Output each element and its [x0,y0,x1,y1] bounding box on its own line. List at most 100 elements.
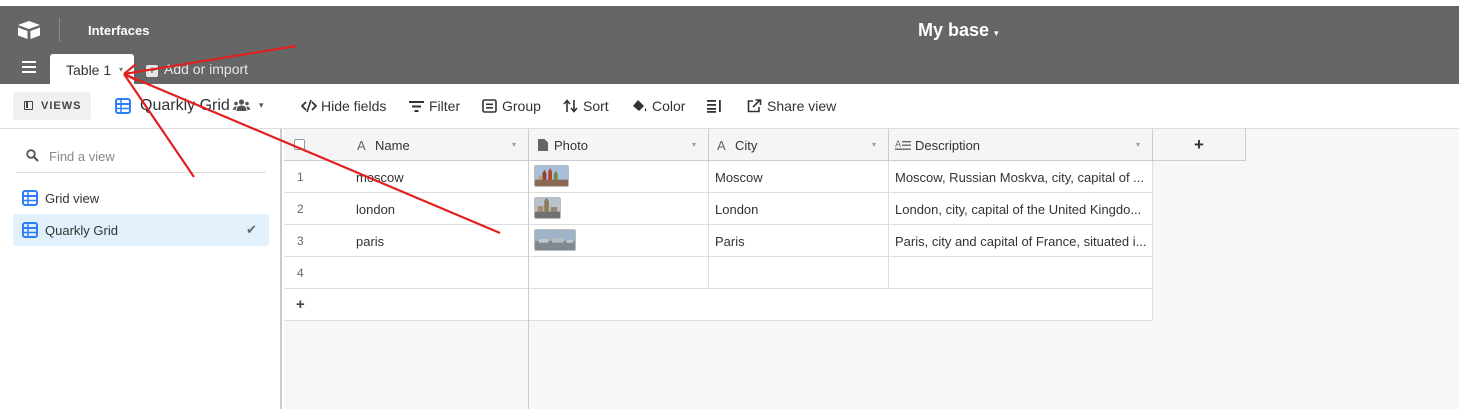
plus-icon: + [296,296,305,313]
row-number: 4 [297,266,304,280]
cell-name[interactable]: london [356,202,395,217]
cell-city-text: Paris [715,234,745,249]
row-number: 1 [297,170,304,184]
add-or-import-button[interactable]: + Add or import [146,61,248,77]
share-view-label: Share view [767,98,837,114]
cell-description[interactable]: Moscow, Russian Moskva, city, capital of… [889,161,1153,193]
color-label: Color [652,98,686,114]
row-number: 2 [297,202,304,216]
table-row[interactable]: 1 moscow [284,161,529,193]
row-height-icon [707,100,721,113]
add-row-area[interactable] [529,289,1153,321]
cell-city-text: London [715,202,759,217]
search-icon [26,149,39,162]
table-row[interactable]: 4 [284,257,529,289]
column-label: Name [375,138,410,153]
grid-view-icon [115,98,131,114]
filter-label: Filter [429,98,461,114]
photo-thumbnail-london[interactable] [534,197,561,219]
cell-description[interactable] [889,257,1153,289]
add-or-import-label: Add or import [164,61,249,77]
select-all-checkbox[interactable] [294,139,305,150]
cell-photo[interactable] [529,257,709,289]
hamburger-menu-icon[interactable] [22,61,36,73]
cell-photo[interactable] [529,225,709,257]
chevron-down-icon[interactable]: ▾ [1136,140,1140,149]
cell-photo[interactable] [529,193,709,225]
cell-description-text: London, city, capital of the United King… [895,202,1142,217]
chevron-down-icon[interactable]: ▾ [259,100,264,111]
views-label: VIEWS [41,100,82,112]
photo-thumbnail-moscow[interactable] [534,165,569,187]
column-header-name[interactable]: A Name ▾ [284,129,529,161]
view-label: Grid view [45,191,100,206]
group-label: Group [502,98,541,114]
chevron-down-icon[interactable]: ▾ [692,140,696,149]
grid-view-icon [22,190,38,206]
plus-icon: + [1194,135,1204,154]
cell-description[interactable]: London, city, capital of the United King… [889,193,1153,225]
column-label: Photo [554,138,588,153]
chevron-down-icon[interactable]: ▾ [512,140,516,149]
cell-photo[interactable] [529,161,709,193]
column-header-city[interactable]: A City ▾ [709,129,889,161]
cell-city[interactable] [709,257,889,289]
text-field-icon: A [717,138,726,153]
find-view-placeholder: Find a view [49,149,115,164]
table-row[interactable]: 2 london [284,193,529,225]
grid-area: A Name ▾ Photo ▾ A City ▾ A Description … [284,129,1459,409]
airtable-logo-icon[interactable] [17,20,41,40]
cell-city[interactable]: London [709,193,889,225]
cell-description[interactable]: Paris, city and capital of France, situa… [889,225,1153,257]
attachment-icon [538,139,548,151]
views-sidebar: Find a view Grid view Quarkly Grid ✔ [0,129,282,409]
row-number: 3 [297,234,304,248]
long-text-icon: A [895,140,911,150]
share-icon [747,99,762,113]
views-toggle-button[interactable]: VIEWS [13,92,91,120]
checkmark-icon: ✔ [246,222,257,237]
cell-description-text: Moscow, Russian Moskva, city, capital of… [895,170,1145,185]
add-field-button[interactable]: + [1153,129,1246,161]
frozen-column-divider [528,129,529,409]
filter-icon [409,101,424,112]
add-row-button[interactable]: + [284,289,529,321]
tab-table-1[interactable]: Table 1 ▾ [50,54,134,84]
hide-fields-icon [301,99,317,113]
grid-view-icon [22,222,38,238]
chevron-down-icon[interactable]: ▾ [994,28,999,39]
sidebar-view-quarkly-grid[interactable]: Quarkly Grid ✔ [13,214,269,246]
photo-thumbnail-paris[interactable] [534,229,576,251]
interfaces-link[interactable]: Interfaces [88,23,149,38]
base-title[interactable]: My base [918,20,989,41]
column-header-photo[interactable]: Photo ▾ [529,129,709,161]
plus-icon: + [146,65,158,77]
chevron-down-icon[interactable]: ▾ [872,140,876,149]
cell-city-text: Moscow [715,170,763,185]
current-view-name[interactable]: Quarkly Grid [140,97,230,115]
sidebar-view-grid-view[interactable]: Grid view [13,182,269,214]
tab-label: Table 1 [66,62,112,78]
cell-name[interactable]: moscow [356,170,404,185]
sort-label: Sort [583,98,609,114]
hide-fields-label: Hide fields [321,98,387,114]
column-label: Description [915,138,981,153]
table-row[interactable]: 3 paris [284,225,529,257]
sort-icon [563,99,578,113]
chevron-down-icon[interactable]: ▾ [119,65,123,74]
paint-bucket-icon [633,100,647,112]
group-icon [482,99,497,113]
cell-city[interactable]: Paris [709,225,889,257]
text-field-icon: A [357,138,366,153]
cell-name[interactable]: paris [356,234,384,249]
collaborative-view-icon [233,99,250,111]
app-header: Interfaces My base ▾ Table 1 ▾ + Add or i… [0,6,1459,84]
view-toolbar: VIEWS Quarkly Grid ▾ Hide fields Filter [0,84,1459,129]
find-view-input[interactable]: Find a view [16,141,266,173]
column-header-description[interactable]: A Description ▾ [889,129,1153,161]
view-label: Quarkly Grid [45,223,118,238]
column-label: City [735,138,758,153]
sidebar-icon [24,101,33,110]
cell-city[interactable]: Moscow [709,161,889,193]
header-divider [59,18,60,42]
